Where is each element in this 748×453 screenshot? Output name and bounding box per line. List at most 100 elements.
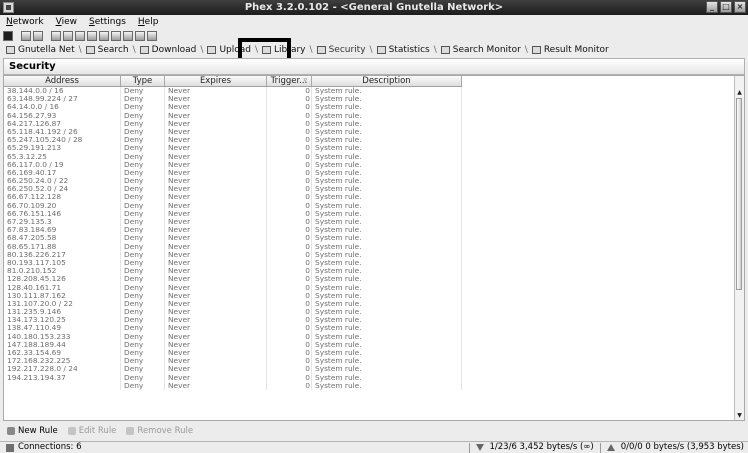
description-cell: System rule. bbox=[312, 234, 462, 243]
column-header-type[interactable]: Type bbox=[121, 76, 165, 86]
table-row[interactable]: 66.70.109.20 Deny Never 0 System rule. bbox=[4, 201, 462, 210]
menu-network[interactable]: Network bbox=[6, 17, 44, 27]
app-icon[interactable] bbox=[3, 2, 14, 13]
table-row[interactable]: 67.29.135.3 Deny Never 0 System rule. bbox=[4, 218, 462, 227]
table-row[interactable]: 66.250.24.0 / 22 Deny Never 0 System rule. bbox=[4, 177, 462, 186]
scrollbar-thumb[interactable] bbox=[736, 98, 742, 290]
table-row[interactable]: 172.168.232.225 Deny Never 0 System rule. bbox=[4, 357, 462, 366]
description-cell: System rule. bbox=[312, 209, 462, 218]
table-row[interactable]: 66.117.0.0 / 19 Deny Never 0 System rule. bbox=[4, 160, 462, 169]
tab-security[interactable]: Security \ bbox=[316, 45, 377, 55]
edit-rule-button[interactable]: Edit Rule bbox=[67, 426, 116, 436]
description-cell: System rule. bbox=[312, 365, 462, 374]
table-row[interactable]: 66.250.52.0 / 24 Deny Never 0 System rule. bbox=[4, 185, 462, 194]
table-row[interactable]: 134.173.120.25 Deny Never 0 System rule. bbox=[4, 316, 462, 325]
table-row[interactable]: 64.217.126.87 Deny Never 0 System rule. bbox=[4, 119, 462, 128]
expires-cell: Never bbox=[165, 365, 267, 374]
table-row[interactable]: 140.180.153.233 Deny Never 0 System rule. bbox=[4, 332, 462, 341]
tab-gnutella-net[interactable]: Gnutella Net \ bbox=[6, 45, 86, 55]
table-row[interactable]: 131.107.20.0 / 22 Deny Never 0 System rule. bbox=[4, 299, 462, 309]
minimize-button[interactable]: _ bbox=[706, 1, 718, 13]
table-row[interactable]: 65.29.191.213 Deny Never 0 System rule. bbox=[4, 144, 462, 153]
table-row[interactable]: 65.118.41.192 / 26 Deny Never 0 System rule. bbox=[4, 127, 462, 137]
gnutella-icon[interactable] bbox=[51, 30, 61, 41]
table-row[interactable]: 65.3.12.25 Deny Never 0 System rule. bbox=[4, 152, 462, 161]
address-cell: 66.117.0.0 / 19 bbox=[4, 160, 121, 169]
vertical-scrollbar[interactable]: ▲ ▼ bbox=[734, 76, 744, 420]
result-monitor-icon[interactable] bbox=[147, 30, 157, 41]
connect-icon[interactable] bbox=[3, 30, 13, 41]
description-cell: System rule. bbox=[312, 332, 462, 341]
expires-cell: Never bbox=[165, 308, 267, 317]
address-cell: 147.188.189.44 bbox=[4, 340, 121, 349]
tab-search-monitor[interactable]: Search Monitor \ bbox=[440, 45, 532, 55]
table-row[interactable]: 66.67.112.128 Deny Never 0 System rule. bbox=[4, 193, 462, 202]
expires-cell: Never bbox=[165, 349, 267, 358]
column-header-address[interactable]: Address bbox=[4, 76, 121, 86]
network-icon[interactable] bbox=[21, 30, 31, 41]
table-row[interactable]: 38.144.0.0 / 16 Deny Never 0 System rule. bbox=[4, 87, 462, 96]
tab-statistics[interactable]: Statistics \ bbox=[376, 45, 441, 55]
description-cell: System rule. bbox=[312, 136, 462, 145]
table-row[interactable]: 162.33.154.69 Deny Never 0 System rule. bbox=[4, 349, 462, 358]
address-cell: 138.47.110.49 bbox=[4, 324, 121, 333]
menu-settings[interactable]: Settings bbox=[89, 17, 126, 27]
connections-status: Connections: 6 bbox=[18, 442, 82, 452]
tab-library[interactable]: Library \ bbox=[262, 45, 317, 55]
table-row[interactable]: 80.136.226.217 Deny Never 0 System rule. bbox=[4, 250, 462, 259]
type-cell: Deny bbox=[121, 152, 165, 161]
download-icon[interactable] bbox=[75, 30, 85, 41]
statistics-icon[interactable] bbox=[123, 30, 133, 41]
new-rule-button[interactable]: New Rule bbox=[7, 426, 58, 436]
table-row[interactable]: 68.65.171.88 Deny Never 0 System rule. bbox=[4, 242, 462, 251]
column-header-description[interactable]: Description bbox=[312, 76, 462, 86]
tab-download[interactable]: Download \ bbox=[139, 45, 208, 55]
table-row[interactable]: 64.14.0.0 / 16 Deny Never 0 System rule. bbox=[4, 103, 462, 112]
scroll-up-icon[interactable]: ▲ bbox=[735, 88, 744, 97]
table-row[interactable]: 128.208.45.126 Deny Never 0 System rule. bbox=[4, 275, 462, 284]
library-icon[interactable] bbox=[99, 30, 109, 41]
table-row[interactable]: 138.47.110.49 Deny Never 0 System rule. bbox=[4, 324, 462, 333]
table-row[interactable]: 63.148.99.224 / 27 Deny Never 0 System rule. bbox=[4, 95, 462, 104]
tab-search[interactable]: Search \ bbox=[85, 45, 140, 55]
table-row[interactable]: 194.213.194.37 Deny Never 0 System rule. bbox=[4, 373, 462, 382]
table-row[interactable]: 66.76.151.146 Deny Never 0 System rule. bbox=[4, 209, 462, 218]
type-cell: Deny bbox=[121, 226, 165, 235]
table-row[interactable]: 131.235.9.146 Deny Never 0 System rule. bbox=[4, 308, 462, 317]
table-row[interactable]: 147.188.189.44 Deny Never 0 System rule. bbox=[4, 340, 462, 349]
upload-icon[interactable] bbox=[87, 30, 97, 41]
tab-upload[interactable]: Upload \ bbox=[207, 45, 262, 55]
security-icon[interactable] bbox=[111, 30, 121, 41]
table-row[interactable]: 192.217.228.0 / 24 Deny Never 0 System rule. bbox=[4, 365, 462, 374]
table-row[interactable]: 65.247.105.240 / 28 Deny Never 0 System rule… bbox=[4, 136, 462, 145]
description-cell: System rule. bbox=[312, 185, 462, 194]
trigger-cell: 0 bbox=[267, 119, 312, 128]
close-button[interactable]: × bbox=[734, 1, 746, 13]
type-cell: Deny bbox=[121, 209, 165, 218]
expires-cell: Never bbox=[165, 111, 267, 120]
remove-rule-button[interactable]: Remove Rule bbox=[126, 426, 193, 436]
search-monitor-icon[interactable] bbox=[135, 30, 145, 41]
table-row[interactable]: 66.169.40.17 Deny Never 0 System rule. bbox=[4, 168, 462, 178]
menu-view[interactable]: View bbox=[56, 17, 77, 27]
table-row[interactable]: 64.156.27.93 Deny Never 0 System rule. bbox=[4, 111, 462, 120]
maximize-button[interactable]: □ bbox=[720, 1, 732, 13]
scroll-down-icon[interactable]: ▼ bbox=[735, 411, 744, 420]
trigger-cell: 0 bbox=[267, 324, 312, 333]
table-row[interactable]: 128.40.161.71 Deny Never 0 System rule. bbox=[4, 283, 462, 292]
column-header-trigger[interactable]: Trigger... bbox=[267, 76, 312, 86]
menu-help[interactable]: Help bbox=[138, 17, 159, 27]
search-icon[interactable] bbox=[63, 30, 73, 41]
table-row[interactable]: 68.47.205.58 Deny Never 0 System rule. bbox=[4, 234, 462, 243]
tab-result-monitor[interactable]: Result Monitor bbox=[531, 45, 611, 55]
expires-cell: Never bbox=[165, 258, 267, 268]
table-row[interactable]: 81.0.210.152 Deny Never 0 System rule. bbox=[4, 267, 462, 276]
network-icon bbox=[6, 45, 15, 54]
table-row[interactable]: Deny Never 0 System rule. bbox=[4, 381, 462, 390]
table-row[interactable]: 80.193.117.105 Deny Never 0 System rule. bbox=[4, 258, 462, 268]
expires-cell: Never bbox=[165, 250, 267, 259]
table-row[interactable]: 130.111.87.162 Deny Never 0 System rule. bbox=[4, 291, 462, 300]
refresh-icon[interactable] bbox=[33, 30, 43, 41]
column-header-expires[interactable]: Expires bbox=[165, 76, 267, 86]
table-row[interactable]: 67.83.184.69 Deny Never 0 System rule. bbox=[4, 226, 462, 235]
